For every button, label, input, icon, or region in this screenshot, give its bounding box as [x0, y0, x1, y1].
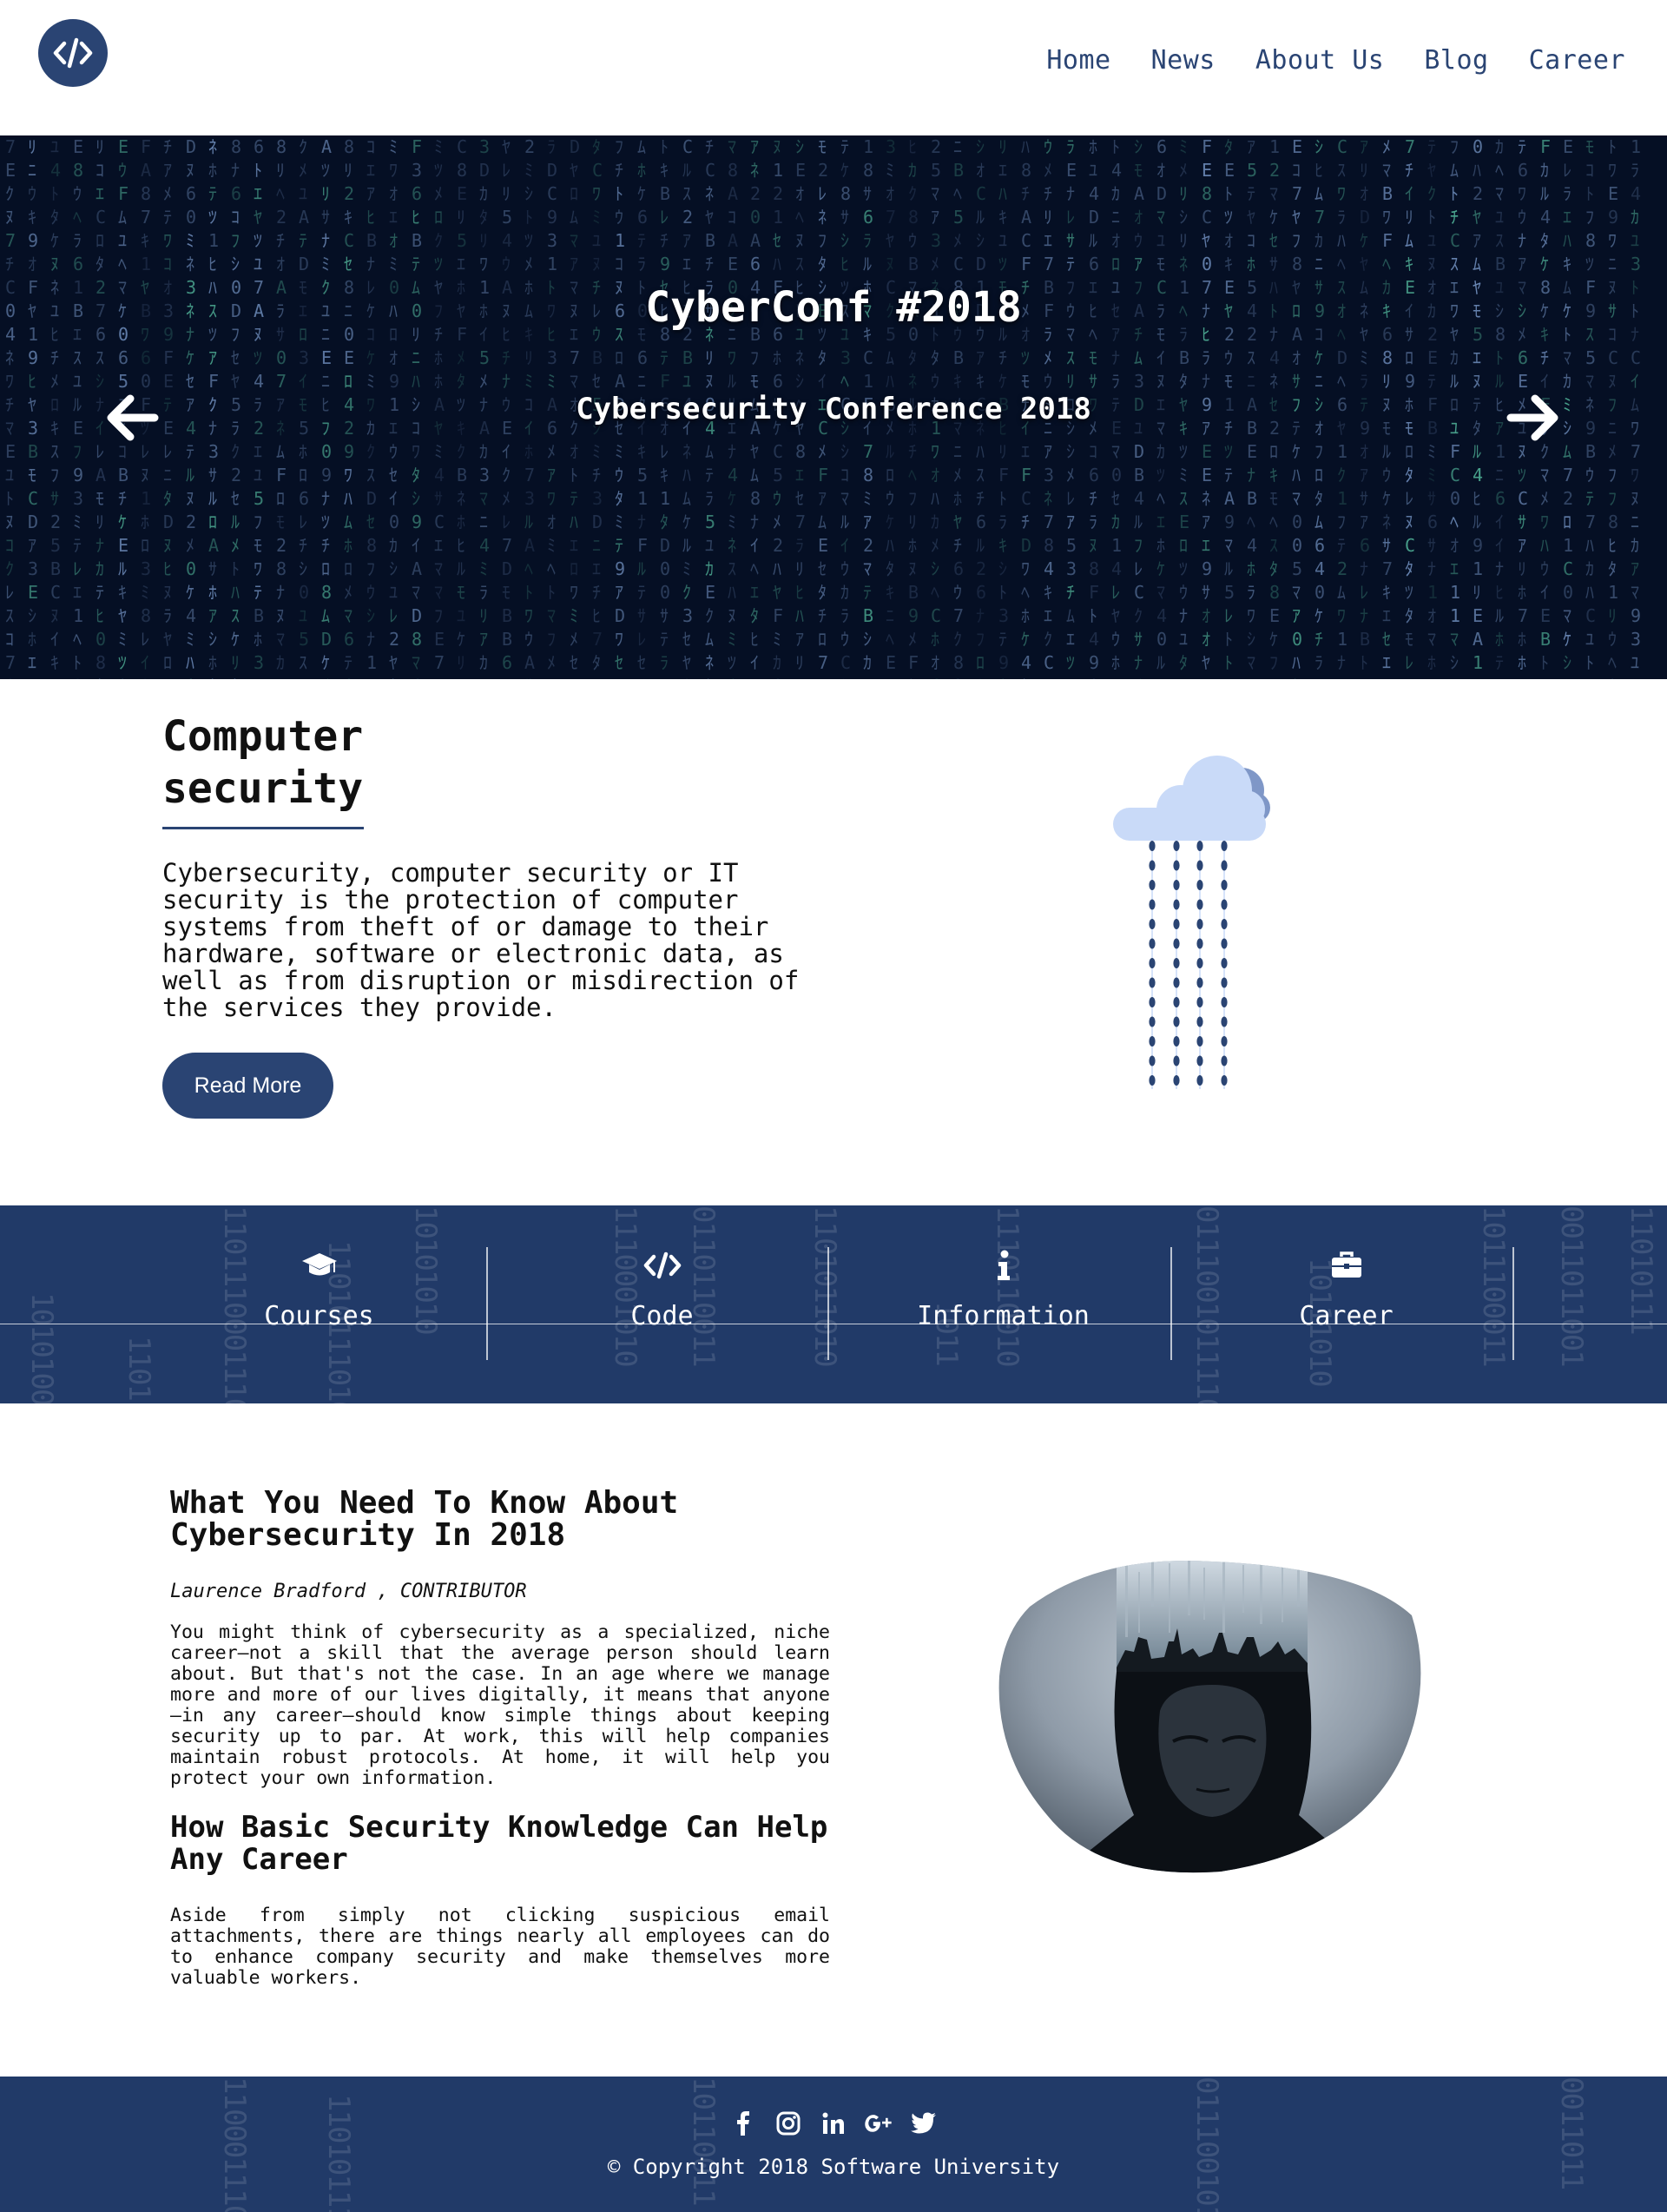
nav-news[interactable]: News: [1151, 45, 1216, 76]
arrow-left-icon[interactable]: [102, 387, 163, 448]
categories-band: 10101000 1101 1101110001110 11010111010 …: [0, 1205, 1667, 1403]
nav-career[interactable]: Career: [1529, 45, 1625, 76]
category-label: Career: [1299, 1301, 1394, 1331]
facebook-icon[interactable]: [729, 2110, 757, 2137]
divider: [486, 1247, 488, 1360]
hero-title: CyberConf #2018: [645, 283, 1022, 332]
article-byline: Laurence Bradford , CONTRIBUTOR: [170, 1581, 527, 1602]
category-label: Courses: [264, 1301, 374, 1331]
hero-carousel: 7Eｸﾇ7ﾁC04ﾈﾜﾁﾏEﾕﾄﾇｺｸﾚｽｺ79ﾘﾆｳｷ9ｵFﾔ19ﾋﾔ3BﾓC…: [0, 135, 1667, 679]
category-label: Information: [917, 1301, 1090, 1331]
hooded-figure-image: [998, 1561, 1421, 1873]
main-nav: Home News About Us Blog Career: [1046, 45, 1625, 76]
intro-section: Computer security Cybersecurity, compute…: [0, 679, 1667, 1205]
article-section: What You Need To Know About Cybersecurit…: [0, 1403, 1667, 2077]
social-links: [0, 2110, 1667, 2137]
article-heading: What You Need To Know About Cybersecurit…: [170, 1485, 679, 1553]
article-paragraph: Aside from simply not clicking suspiciou…: [170, 1905, 830, 1989]
nav-blog[interactable]: Blog: [1424, 45, 1488, 76]
author-name[interactable]: Laurence Bradford: [170, 1581, 366, 1602]
divider: [827, 1247, 829, 1360]
hero-subtitle: Cybersecurity Conference 2018: [576, 392, 1091, 426]
rain-drops: [1149, 841, 1228, 1089]
google-plus-icon[interactable]: [865, 2110, 893, 2137]
article-subheading: How Basic Security Knowledge Can Help An…: [170, 1810, 828, 1877]
code-icon[interactable]: [38, 19, 108, 87]
code-icon: [491, 1247, 834, 1284]
category-career[interactable]: Career: [1175, 1247, 1518, 1360]
site-footer: 110001110 11010111 10110011 011100101 00…: [0, 2077, 1667, 2212]
linkedin-icon[interactable]: [820, 2110, 847, 2137]
site-header: Home News About Us Blog Career: [0, 0, 1667, 135]
intro-title: Computer security: [162, 712, 364, 813]
twitter-icon[interactable]: [910, 2110, 938, 2137]
intro-text: Cybersecurity, computer security or IT s…: [162, 858, 800, 1022]
title-underline: [162, 827, 364, 829]
author-role: CONTRIBUTOR: [399, 1581, 527, 1602]
category-information[interactable]: Information: [832, 1247, 1175, 1360]
category-code[interactable]: Code: [491, 1247, 834, 1360]
divider: [1512, 1247, 1514, 1360]
info-icon: [832, 1247, 1175, 1284]
instagram-icon[interactable]: [774, 2110, 802, 2137]
category-courses[interactable]: Courses: [148, 1247, 491, 1360]
copyright-text: © Copyright 2018 Software University: [607, 2155, 1060, 2179]
nav-home[interactable]: Home: [1046, 45, 1110, 76]
briefcase-icon: [1175, 1247, 1518, 1284]
article-paragraph: You might think of cybersecurity as a sp…: [170, 1621, 830, 1789]
category-label: Code: [630, 1301, 694, 1331]
arrow-right-icon[interactable]: [1502, 387, 1563, 448]
divider: [1170, 1247, 1172, 1360]
nav-about-us[interactable]: About Us: [1255, 45, 1385, 76]
read-more-button[interactable]: Read More: [162, 1053, 333, 1119]
graduation-cap-icon: [148, 1247, 491, 1284]
